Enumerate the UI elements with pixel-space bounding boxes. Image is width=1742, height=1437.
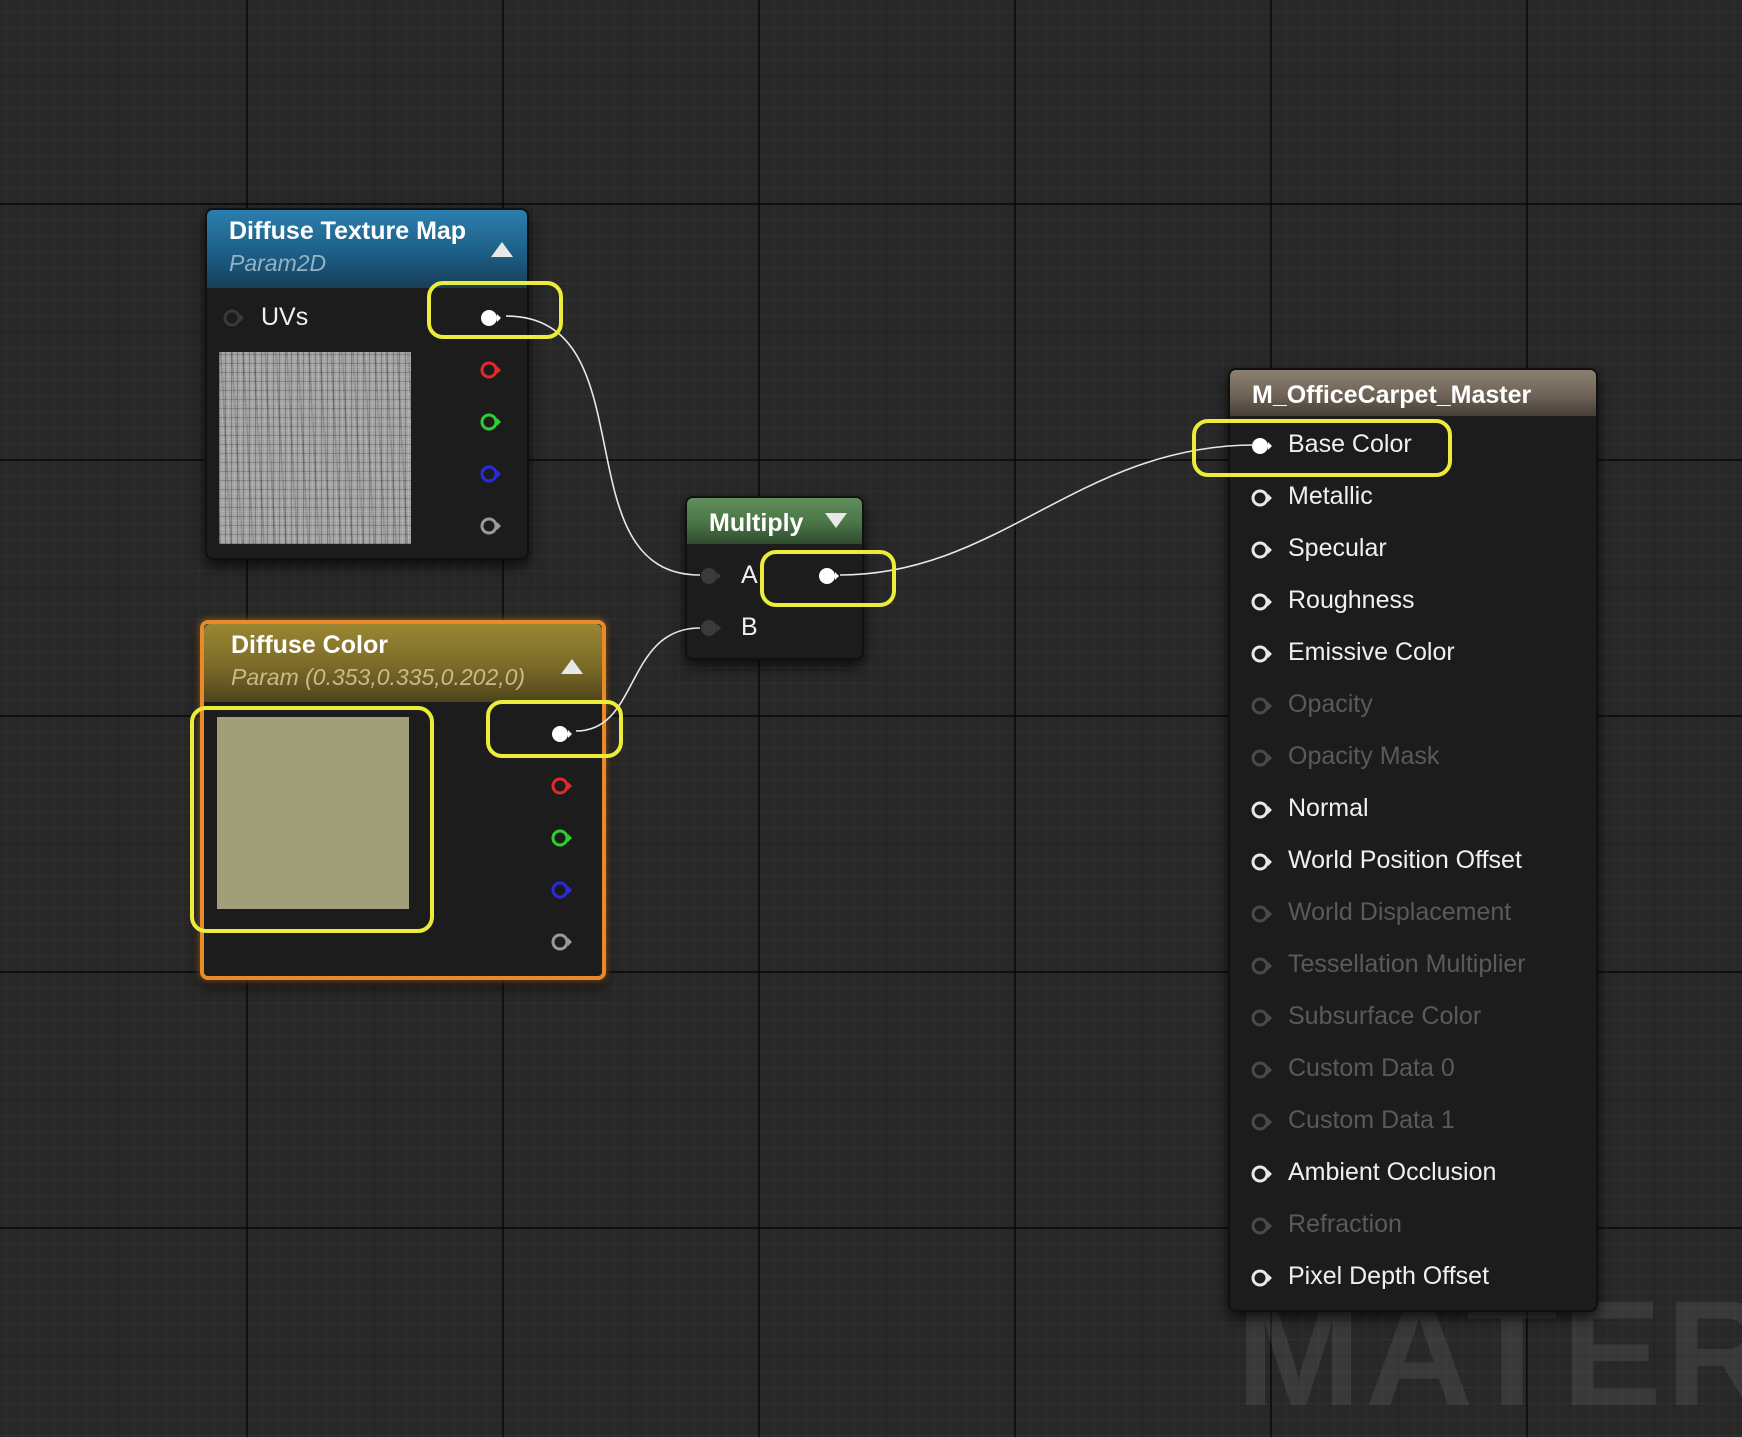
material-input-label: Custom Data 0 [1288,1054,1455,1082]
material-input-label: Base Color [1288,430,1412,458]
material-input-label: Tessellation Multiplier [1288,950,1526,978]
material-input-label: Opacity Mask [1288,742,1440,770]
node-title: Diffuse Color [231,631,388,659]
input-a-label: A [741,561,758,589]
material-input-pin-icon[interactable] [1250,486,1274,510]
material-input-pin-icon[interactable] [1250,798,1274,822]
material-input-pin-icon[interactable] [1250,1058,1274,1082]
uvs-input-label: UVs [261,303,309,331]
material-input-pin-icon[interactable] [1250,902,1274,926]
material-input-label: Normal [1288,794,1369,822]
material-graph-canvas[interactable]: Diffuse Texture Map Param2D UVs Diffuse … [0,0,1742,1428]
node-title: Diffuse Texture Map [229,217,467,245]
input-b-label: B [741,613,758,641]
node-header[interactable]: Multiply [687,498,862,544]
diffuse-texture-map-node[interactable]: Diffuse Texture Map Param2D UVs [205,208,529,560]
material-input-pin-icon[interactable] [1250,434,1274,458]
material-input-pin-icon[interactable] [1250,1266,1274,1290]
rgb-output-pin-icon[interactable] [479,306,503,330]
collapse-arrow-icon[interactable] [561,659,583,674]
red-output-pin-icon[interactable] [550,774,574,798]
node-subtitle: Param (0.353,0.335,0.202,0) [231,664,526,690]
blue-output-pin-icon[interactable] [479,462,503,486]
material-input-pin-icon[interactable] [1250,590,1274,614]
collapse-arrow-icon[interactable] [825,513,847,528]
material-input-pin-icon[interactable] [1250,746,1274,770]
material-input-label: World Position Offset [1288,846,1522,874]
input-b-pin-icon[interactable] [699,616,723,640]
material-input-label: Metallic [1288,482,1373,510]
material-input-pin-icon[interactable] [1250,642,1274,666]
texture-preview-thumbnail [219,352,411,544]
material-input-label: Opacity [1288,690,1373,718]
color-swatch-preview [217,717,409,909]
node-header[interactable]: Diffuse Color Param (0.353,0.335,0.202,0… [204,624,602,702]
input-a-pin-icon[interactable] [699,564,723,588]
node-title: M_OfficeCarpet_Master [1252,381,1532,409]
diffuse-color-node[interactable]: Diffuse Color Param (0.353,0.335,0.202,0… [200,620,606,980]
material-input-label: Specular [1288,534,1387,562]
material-input-label: Ambient Occlusion [1288,1158,1497,1186]
material-input-pin-icon[interactable] [1250,1214,1274,1238]
alpha-output-pin-icon[interactable] [550,930,574,954]
node-subtitle: Param2D [229,250,327,276]
material-input-label: Pixel Depth Offset [1288,1262,1490,1290]
material-input-pin-icon[interactable] [1250,954,1274,978]
green-output-pin-icon[interactable] [550,826,574,850]
material-output-node[interactable]: M_OfficeCarpet_Master Base Color Metallic… [1228,368,1598,1312]
material-input-label: Subsurface Color [1288,1002,1482,1030]
wire-texture-to-multiply-a [505,315,701,576]
material-input-label: Roughness [1288,586,1415,614]
green-output-pin-icon[interactable] [479,410,503,434]
material-input-pin-icon[interactable] [1250,538,1274,562]
wire-multiply-to-base-color [839,444,1256,576]
node-header[interactable]: Diffuse Texture Map Param2D [207,210,527,288]
multiply-node[interactable]: Multiply A B [685,496,864,660]
material-input-pin-icon[interactable] [1250,1006,1274,1030]
material-input-pin-icon[interactable] [1250,694,1274,718]
red-output-pin-icon[interactable] [479,358,503,382]
collapse-arrow-icon[interactable] [491,242,513,257]
material-input-label: Custom Data 1 [1288,1106,1455,1134]
material-input-label: Emissive Color [1288,638,1455,666]
material-input-pin-icon[interactable] [1250,850,1274,874]
uvs-input-pin-icon[interactable] [222,306,246,330]
output-pin-icon[interactable] [817,564,841,588]
material-input-pin-icon[interactable] [1250,1162,1274,1186]
rgb-output-pin-icon[interactable] [550,722,574,746]
blue-output-pin-icon[interactable] [550,878,574,902]
node-header[interactable]: M_OfficeCarpet_Master [1230,370,1596,416]
alpha-output-pin-icon[interactable] [479,514,503,538]
material-input-pin-icon[interactable] [1250,1110,1274,1134]
material-input-label: World Displacement [1288,898,1512,926]
material-input-label: Refraction [1288,1210,1402,1238]
